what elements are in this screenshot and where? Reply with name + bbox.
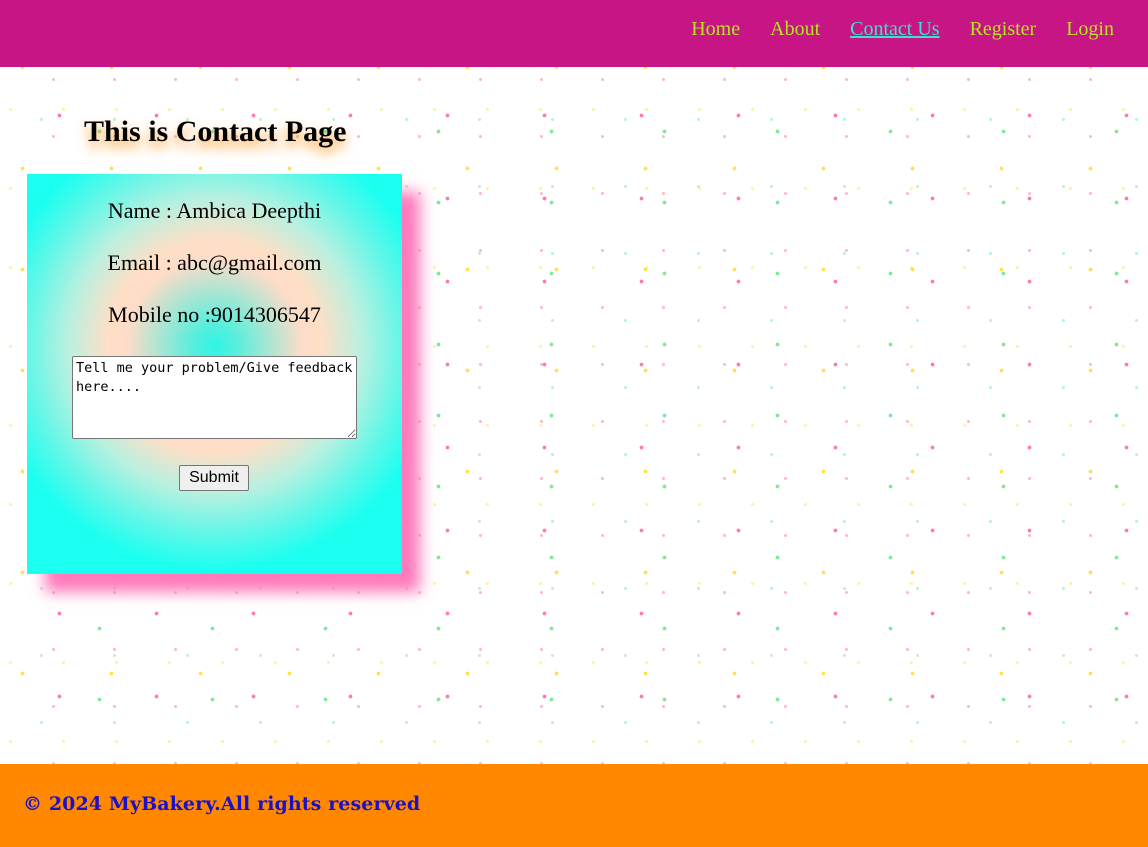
main-content: This is Contact Page Name : Ambica Deept… <box>0 67 1148 764</box>
navbar: Home About Contact Us Register Login <box>0 0 1148 67</box>
nav-link-register[interactable]: Register <box>970 18 1037 41</box>
nav-links: Home About Contact Us Register Login <box>691 18 1114 41</box>
page-title: This is Contact Page <box>84 115 347 148</box>
nav-link-contact-us[interactable]: Contact Us <box>850 18 939 41</box>
footer: © 2024 MyBakery.All rights reserved <box>0 764 1148 847</box>
contact-name: Name : Ambica Deepthi <box>107 198 322 223</box>
nav-link-about[interactable]: About <box>770 18 820 41</box>
contact-card: Name : Ambica Deepthi Email : abc@gmail.… <box>27 174 402 574</box>
contact-email: Email : abc@gmail.com <box>107 250 322 275</box>
submit-button[interactable]: Submit <box>179 465 249 491</box>
feedback-textarea[interactable]: Tell me your problem/Give feedback here.… <box>72 356 357 439</box>
footer-copyright: © 2024 MyBakery.All rights reserved <box>23 793 421 815</box>
contact-mobile: Mobile no :9014306547 <box>108 302 321 327</box>
nav-link-home[interactable]: Home <box>691 18 740 41</box>
nav-link-login[interactable]: Login <box>1066 18 1114 41</box>
